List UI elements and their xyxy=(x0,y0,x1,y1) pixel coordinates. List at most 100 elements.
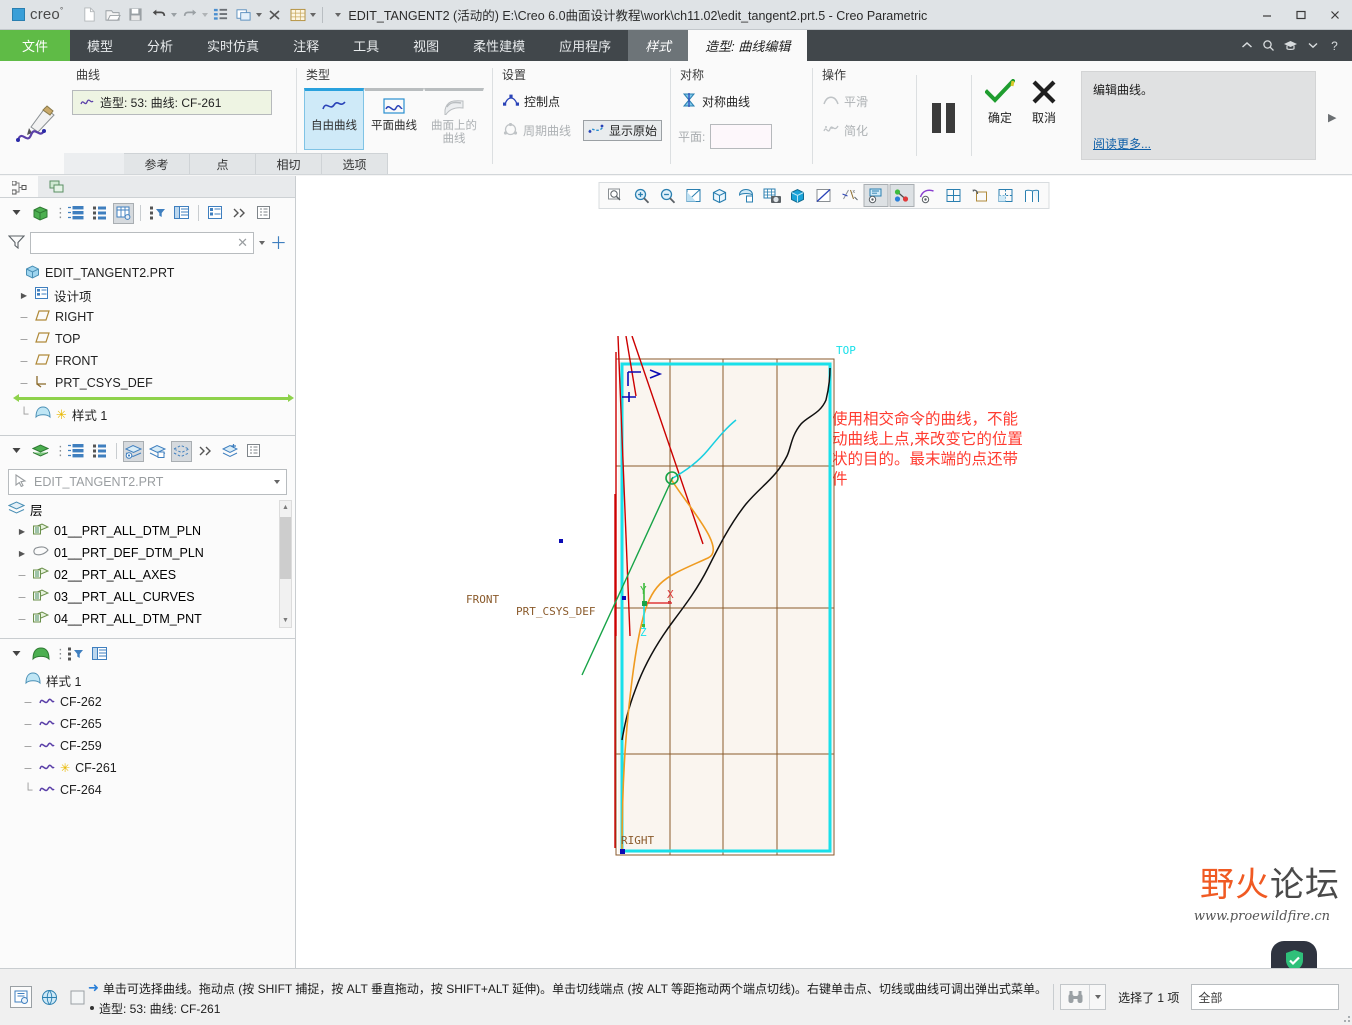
model-tree-toolbar[interactable]: ⋮ xyxy=(0,198,295,228)
layer-scrollbar[interactable]: ▲ ▼ xyxy=(279,500,292,628)
curve-type-buttons[interactable]: 自由曲线 平面曲线 曲面上的曲线 xyxy=(304,88,484,151)
minimize-button[interactable] xyxy=(1250,0,1284,30)
tree-root-icon[interactable] xyxy=(30,203,51,224)
cad-geometry[interactable]: TOP FRONT RIGHT PRT_CSYS_DEF X Y Z xyxy=(446,336,1056,876)
model-tree[interactable]: EDIT_TANGENT2.PRT ▶ 设计项 – RIGHT – TOP – … xyxy=(0,258,295,425)
scroll-thumb[interactable] xyxy=(280,517,291,579)
refit-icon[interactable] xyxy=(682,184,707,207)
graphics-viewport[interactable]: x 用相交改变曲线形状，使用相交命令的曲线，不能 移动位置，但是可以移动曲线上点… xyxy=(296,176,1352,968)
view-orient-icon[interactable] xyxy=(708,184,733,207)
layer-list-icon[interactable] xyxy=(65,441,86,462)
filter-add-icon[interactable]: ＋ xyxy=(270,235,287,252)
settings-control-points-toggle[interactable]: 控制点 xyxy=(500,91,563,112)
tab-analysis[interactable]: 分析 xyxy=(130,30,190,61)
ribbon-expand-arrow[interactable]: ▶ xyxy=(1328,111,1341,124)
style-root-row[interactable]: 样式 1 xyxy=(8,669,295,691)
layer-select-icon[interactable] xyxy=(171,440,192,462)
subtab-options[interactable]: 选项 xyxy=(322,153,388,174)
selection-filter-combo[interactable]: 全部 xyxy=(1191,984,1340,1010)
cancel-button[interactable]: 取消 xyxy=(1031,79,1057,126)
search-selection-control[interactable] xyxy=(1060,984,1107,1010)
ok-button[interactable]: 确定 xyxy=(985,79,1015,126)
tree-filter-icon[interactable] xyxy=(147,203,168,224)
layer-more-icon[interactable] xyxy=(195,441,216,462)
style-curve-row[interactable]: └ CF-264 xyxy=(8,779,295,801)
style-tree[interactable]: 样式 1 – CF-262 – CF-265 – CF-259 – ✳ CF-2… xyxy=(0,669,295,801)
layer-collapse-icon[interactable] xyxy=(6,441,27,462)
tab-annotate[interactable]: 注释 xyxy=(276,30,336,61)
tab-view[interactable]: 视图 xyxy=(396,30,456,61)
window-icon[interactable] xyxy=(233,4,254,25)
layer-root-icon[interactable] xyxy=(30,441,51,462)
status-left-icons[interactable] xyxy=(0,969,88,1025)
undo-dropdown-icon[interactable] xyxy=(171,12,178,17)
filter-clear-icon[interactable]: ✕ xyxy=(237,235,248,251)
section-icon[interactable] xyxy=(968,184,993,207)
subtab-points[interactable]: 点 xyxy=(190,153,256,174)
style-display-icon[interactable] xyxy=(89,644,110,665)
status-right[interactable]: 选择了 1 项 全部 xyxy=(1047,969,1352,1025)
tree-item-top[interactable]: – TOP xyxy=(8,328,295,350)
tree-item-front[interactable]: – FRONT xyxy=(8,350,295,372)
close-button[interactable] xyxy=(1318,0,1352,30)
tree-display-icon[interactable] xyxy=(171,203,192,224)
tree-item-right[interactable]: – RIGHT xyxy=(8,306,295,328)
layer-tree-tab[interactable] xyxy=(38,176,76,197)
viewport-toolbar[interactable]: x xyxy=(598,182,1050,209)
tree-columns-icon[interactable] xyxy=(89,203,110,224)
curve-selection-field[interactable]: 造型: 53: 曲线: CF-261 xyxy=(72,90,272,115)
save-icon[interactable] xyxy=(125,4,146,25)
binoculars-icon[interactable] xyxy=(1061,990,1089,1005)
layer-isolate-icon[interactable] xyxy=(147,441,168,462)
type-free-curve-button[interactable]: 自由曲线 xyxy=(304,88,364,151)
tab-flexible[interactable]: 柔性建模 xyxy=(456,30,542,61)
help-icon[interactable]: ? xyxy=(1324,33,1345,59)
search-icon[interactable] xyxy=(1258,33,1279,59)
expander-icon[interactable]: ▶ xyxy=(16,549,28,558)
resize-grip[interactable] xyxy=(1341,1009,1352,1022)
symmetry-curve-toggle[interactable]: 对称曲线 xyxy=(678,91,753,112)
tree-props-icon[interactable] xyxy=(253,203,274,224)
new-file-icon[interactable] xyxy=(79,4,100,25)
layer-columns-icon[interactable] xyxy=(89,441,110,462)
tree-more-icon[interactable] xyxy=(229,203,250,224)
style-curve-row[interactable]: – CF-265 xyxy=(8,713,295,735)
style-tree-toolbar[interactable]: ⋮ xyxy=(0,639,295,669)
system-monitor-widget[interactable]: 38% ▲ 0.0K/s ▲ 0.0K/s xyxy=(1271,941,1317,968)
style-filter-icon[interactable] xyxy=(65,644,86,665)
title-dropdown-icon[interactable] xyxy=(335,12,342,17)
window-dropdown-icon[interactable] xyxy=(256,12,263,17)
layer-model-selector[interactable]: EDIT_TANGENT2.PRT xyxy=(8,469,287,495)
undo-icon[interactable] xyxy=(148,4,169,25)
tree-item-design-items[interactable]: ▶ 设计项 xyxy=(8,284,295,306)
pause-button[interactable] xyxy=(916,61,971,174)
tab-live-sim[interactable]: 实时仿真 xyxy=(190,30,276,61)
layer-tree-toolbar[interactable]: ⋮ xyxy=(0,436,295,466)
tree-item-csys[interactable]: – PRT_CSYS_DEF xyxy=(8,372,295,394)
point-display-icon[interactable] xyxy=(889,184,915,207)
chevron-down-icon[interactable] xyxy=(1302,33,1323,59)
tree-detail-icon[interactable] xyxy=(205,203,226,224)
insert-here-bar[interactable] xyxy=(13,394,294,402)
quick-access-toolbar[interactable] xyxy=(73,4,327,25)
zoom-in-icon[interactable] xyxy=(630,184,655,207)
split-view-icon[interactable] xyxy=(994,184,1019,207)
tree-list-icon[interactable] xyxy=(65,203,86,224)
collapse-ribbon-icon[interactable] xyxy=(1236,33,1257,59)
layer-settings-dots[interactable]: ⋮ xyxy=(54,443,67,459)
tab-applications[interactable]: 应用程序 xyxy=(542,30,628,61)
scroll-up-arrow[interactable]: ▲ xyxy=(280,501,291,514)
maximize-button[interactable] xyxy=(1284,0,1318,30)
redo-dropdown-icon[interactable] xyxy=(202,12,209,17)
perspective-icon[interactable] xyxy=(812,184,837,207)
tree-filter-input[interactable]: ✕ xyxy=(30,232,254,254)
search-dropdown-icon[interactable] xyxy=(1089,985,1105,1009)
tree-root-row[interactable]: EDIT_TANGENT2.PRT xyxy=(8,262,295,284)
zoom-box-icon[interactable] xyxy=(604,184,629,207)
layer-show-icon[interactable] xyxy=(123,440,144,462)
selection-filter-icon[interactable] xyxy=(10,986,33,1008)
help-read-more-link[interactable]: 阅读更多... xyxy=(1093,135,1151,152)
curtain-icon[interactable] xyxy=(1020,184,1045,207)
grid-dropdown-icon[interactable] xyxy=(310,12,317,17)
layer-row[interactable]: – 02__PRT_ALL_AXES xyxy=(8,564,295,586)
